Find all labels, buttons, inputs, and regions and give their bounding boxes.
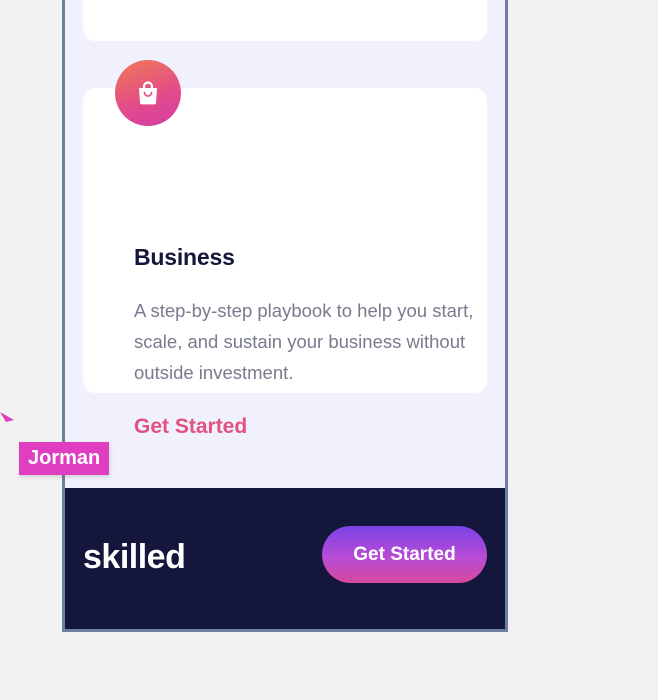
get-started-button[interactable]: Get Started: [322, 526, 487, 583]
card-title: Business: [134, 244, 235, 270]
card-description: A step-by-step playbook to help you star…: [134, 300, 474, 383]
collaborator-name-tag: Jorman: [19, 442, 110, 475]
mobile-preview-frame: Business A step-by-step playbook to help…: [62, 0, 508, 632]
canvas: Business A step-by-step playbook to help…: [0, 0, 658, 700]
collaborator-cursor-icon: [0, 412, 14, 422]
previous-card: [83, 0, 487, 41]
footer: skilled Get Started: [65, 488, 505, 629]
business-card: Business A step-by-step playbook to help…: [83, 88, 487, 438]
footer-logo[interactable]: skilled: [83, 538, 186, 577]
shopping-bag-icon-glyph: [139, 81, 157, 105]
shopping-bag-icon: [115, 60, 181, 126]
get-started-link[interactable]: Get Started: [134, 415, 247, 439]
